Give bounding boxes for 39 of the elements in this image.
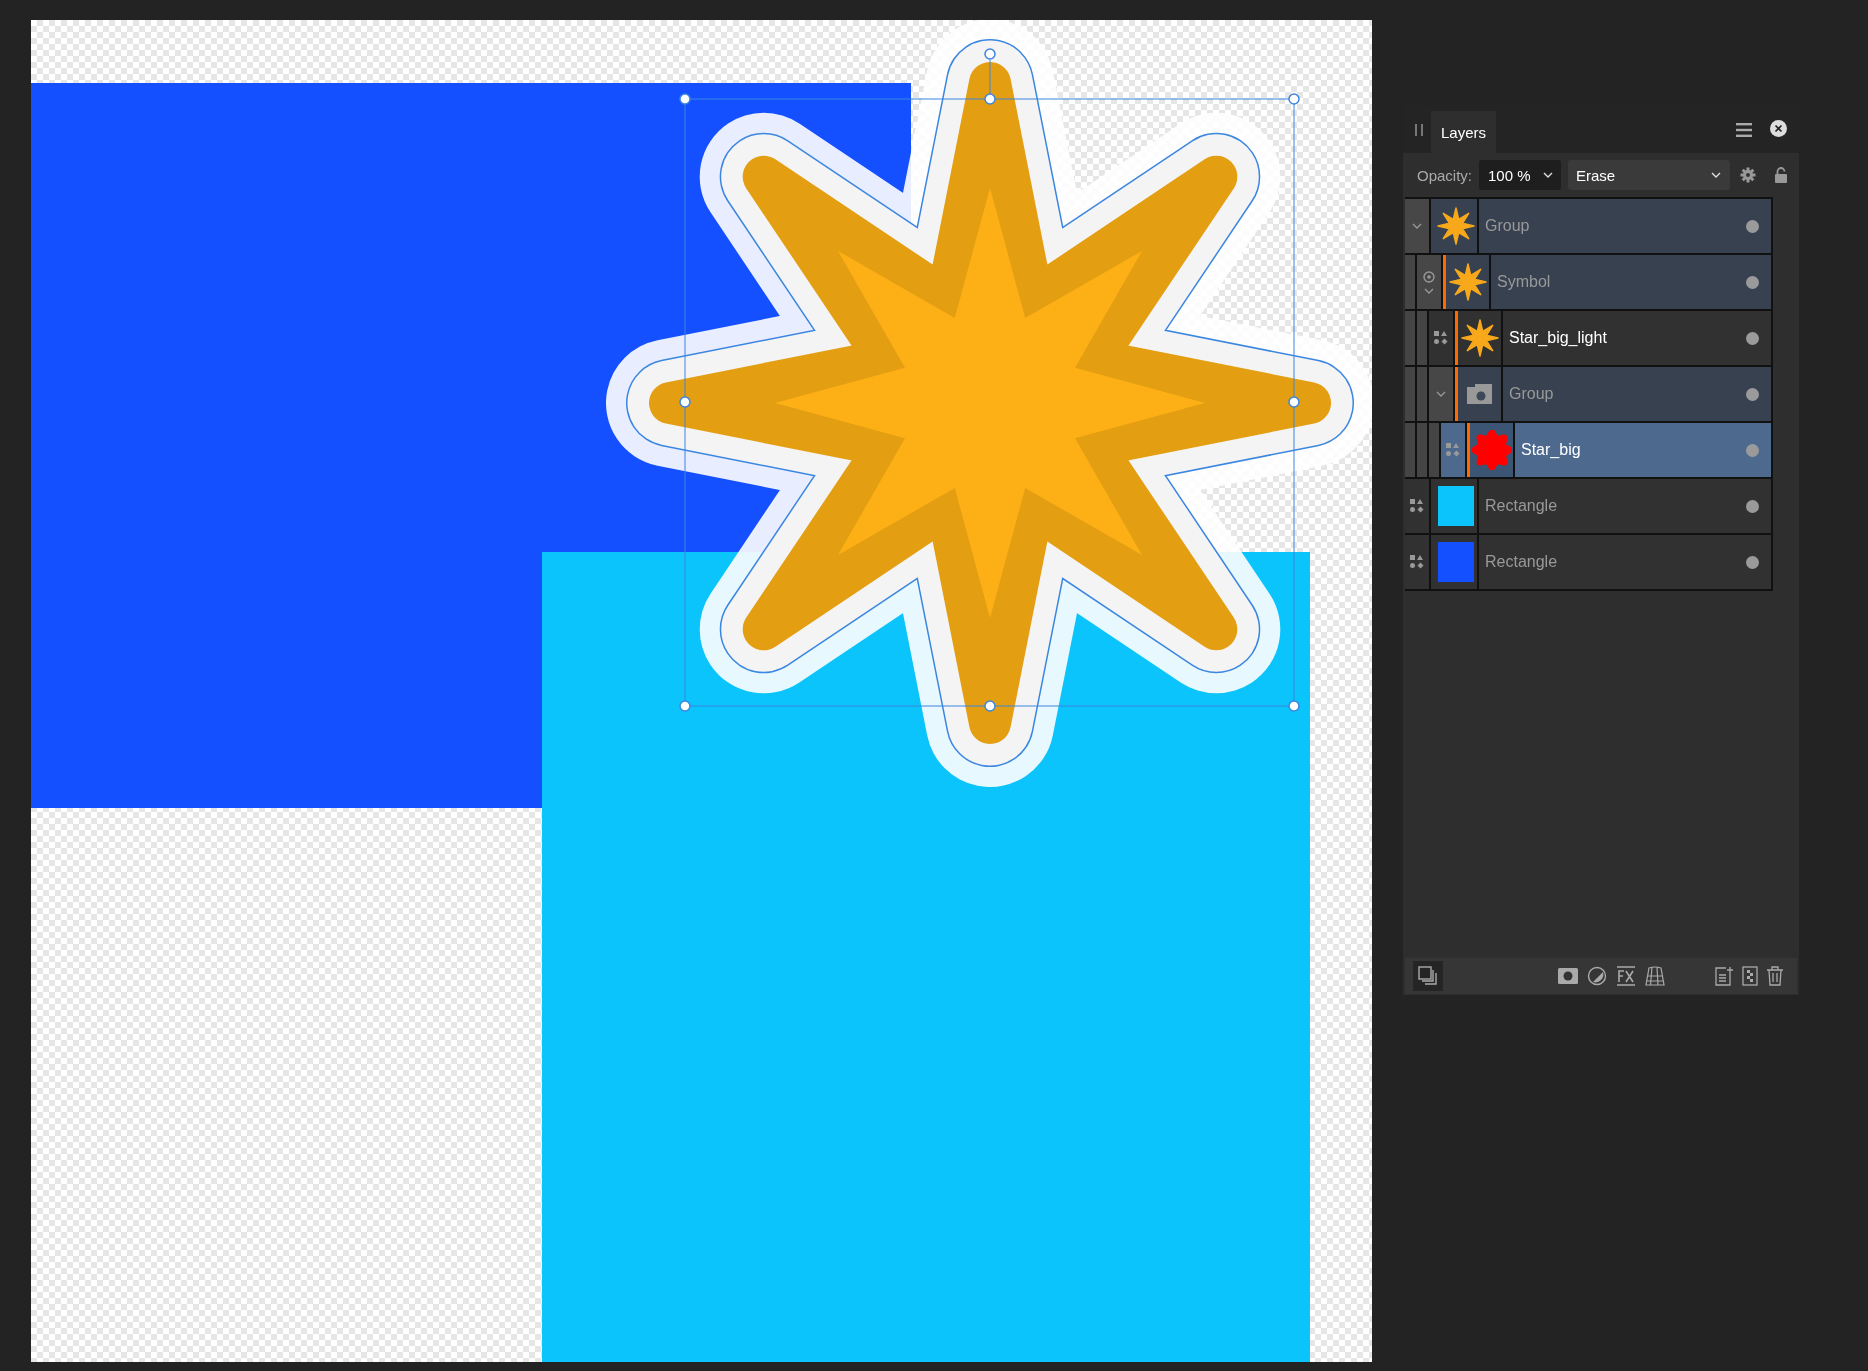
shapes-icon xyxy=(1434,331,1448,345)
layer-row[interactable]: Group xyxy=(1405,199,1773,253)
layer-name: Rectangle xyxy=(1479,535,1771,589)
mesh-warp-icon[interactable] xyxy=(1645,966,1665,986)
pixel-layer-icon[interactable] xyxy=(1742,966,1758,986)
layer-name: Group xyxy=(1479,199,1771,253)
blend-mode-dropdown[interactable]: Erase xyxy=(1568,160,1731,190)
mask-icon[interactable] xyxy=(1558,968,1578,984)
opacity-label: Opacity: xyxy=(1417,166,1473,184)
document-canvas[interactable] xyxy=(31,20,1372,1362)
layer-row[interactable]: Symbol xyxy=(1405,255,1773,309)
group-folder-thumbnail xyxy=(1466,384,1493,404)
delete-icon[interactable] xyxy=(1767,966,1783,986)
layer-row[interactable]: Group xyxy=(1405,367,1773,421)
adjustment-icon[interactable] xyxy=(1587,966,1607,986)
layer-row[interactable]: Star_big_light xyxy=(1405,311,1773,365)
fx-icon[interactable] xyxy=(1616,966,1636,986)
layer-name: Star_big xyxy=(1515,423,1771,477)
layers-stack-icon[interactable] xyxy=(1413,961,1443,991)
panel-tab[interactable]: Layers xyxy=(1431,111,1497,153)
layer-row[interactable]: Rectangle xyxy=(1405,479,1773,533)
layer-row[interactable]: Star_big xyxy=(1405,423,1773,477)
shapes-icon xyxy=(1446,443,1460,457)
layer-name: Star_big_light xyxy=(1503,311,1771,365)
layer-row[interactable]: Rectangle xyxy=(1405,535,1773,589)
close-icon[interactable] xyxy=(1770,120,1787,137)
layer-name: Rectangle xyxy=(1479,479,1771,533)
symbol-icon xyxy=(1423,270,1435,283)
shapes-icon xyxy=(1410,555,1424,569)
star-shape[interactable] xyxy=(606,20,1372,787)
lock-icon[interactable] xyxy=(1775,167,1788,183)
layer-name: Symbol xyxy=(1491,255,1771,309)
menu-icon[interactable] xyxy=(1736,123,1752,137)
opacity-field[interactable]: 100 % xyxy=(1479,160,1562,190)
selection-box[interactable] xyxy=(679,48,1300,712)
layer-name: Group xyxy=(1503,367,1771,421)
shapes-icon xyxy=(1410,499,1424,513)
add-layer-icon[interactable] xyxy=(1715,966,1733,986)
settings-icon[interactable] xyxy=(1740,167,1757,183)
